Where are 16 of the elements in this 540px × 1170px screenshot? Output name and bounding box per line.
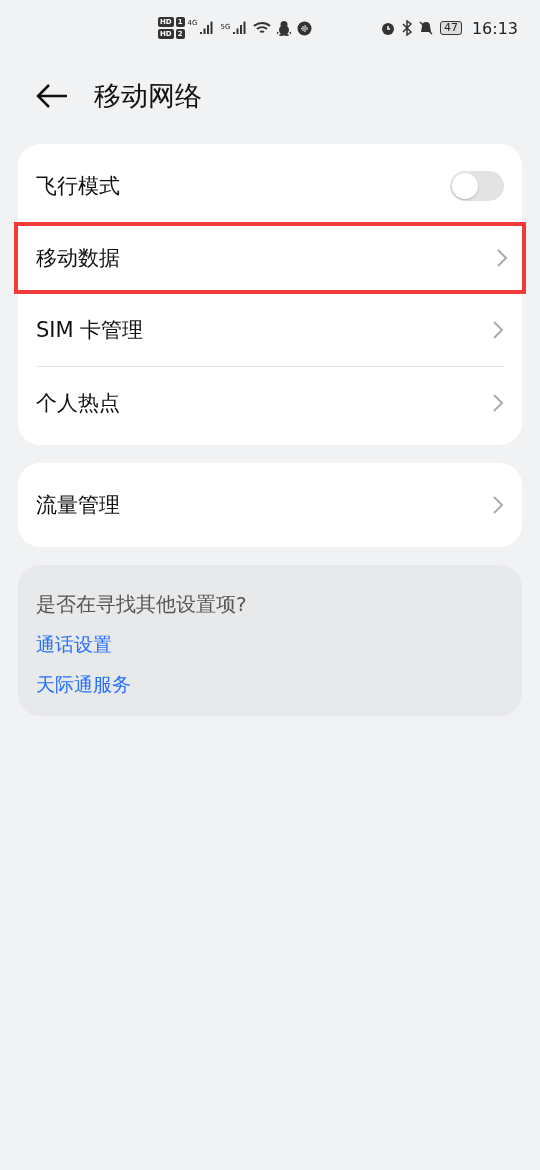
settings-row[interactable]: SIM 卡管理 [36,294,504,366]
page-title: 移动网络 [94,79,202,113]
row-label: 个人热点 [36,390,121,417]
suggestion-title: 是否在寻找其他设置项? [36,591,248,618]
row-label: SIM 卡管理 [36,317,145,344]
settings-row[interactable]: 飞行模式 [36,150,504,222]
clock-time: 16:13 [471,18,518,38]
suggestion-link[interactable]: 通话设置 [36,632,504,658]
highlighted-settings-row[interactable]: 移动数据 [14,222,526,294]
row-label: 流量管理 [36,492,121,519]
row-label: 飞行模式 [36,173,121,200]
settings-row[interactable]: 个人热点 [36,367,504,439]
suggestion-link[interactable]: 天际通服务 [36,672,504,698]
battery-level: 47 [439,21,462,35]
settings-row[interactable]: 流量管理 [36,469,504,541]
row-label: 移动数据 [36,245,121,272]
